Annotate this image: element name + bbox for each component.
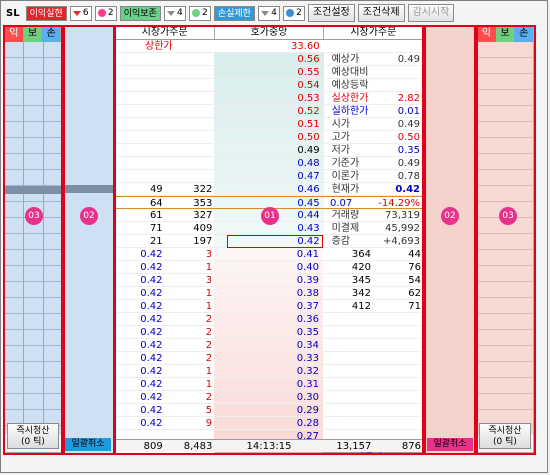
profit-count-field[interactable]: 2 bbox=[94, 5, 117, 21]
triangle-icon bbox=[72, 10, 81, 16]
triangle-icon bbox=[261, 10, 270, 16]
sl-label: SL bbox=[6, 7, 20, 19]
keep-tick-field[interactable]: 4 bbox=[163, 5, 186, 21]
loss-count-field[interactable]: 2 bbox=[282, 5, 305, 21]
dot-icon bbox=[97, 9, 106, 17]
keep-count-field[interactable]: 2 bbox=[188, 5, 211, 21]
keep-tag[interactable]: 이익보존 bbox=[119, 5, 161, 21]
annotation-frame-02-left bbox=[63, 25, 115, 455]
toolbar: SL 이익실현 6 2 이익보존 4 2 손실제한 4 2 조건설정 조건삭제 … bbox=[3, 3, 547, 23]
order-window: SL 이익실현 6 2 이익보존 4 2 손실제한 4 2 조건설정 조건삭제 … bbox=[0, 0, 548, 473]
monitor-start-button[interactable]: 감시시작 bbox=[407, 4, 455, 22]
condition-delete-button[interactable]: 조건삭제 bbox=[357, 4, 405, 22]
annotation-frame-03-left bbox=[3, 25, 63, 455]
badge-02-right: 02 bbox=[441, 207, 459, 225]
dot-icon bbox=[191, 9, 200, 17]
badge-03-left: 03 bbox=[25, 207, 43, 225]
profit-tag[interactable]: 이익실현 bbox=[25, 5, 67, 21]
badge-02-left: 02 bbox=[80, 207, 98, 225]
condition-set-button[interactable]: 조건설정 bbox=[307, 4, 355, 22]
dot-icon bbox=[286, 9, 295, 17]
annotation-frame-03-right bbox=[476, 25, 536, 455]
triangle-icon bbox=[166, 10, 175, 16]
annotation-frame-01 bbox=[114, 25, 424, 455]
loss-tick-field[interactable]: 4 bbox=[257, 5, 280, 21]
badge-01: 01 bbox=[261, 207, 279, 225]
annotation-frame-02-right bbox=[424, 25, 476, 455]
profit-tick-field[interactable]: 6 bbox=[69, 5, 92, 21]
badge-03-right: 03 bbox=[499, 207, 517, 225]
loss-tag[interactable]: 손실제한 bbox=[213, 5, 255, 21]
